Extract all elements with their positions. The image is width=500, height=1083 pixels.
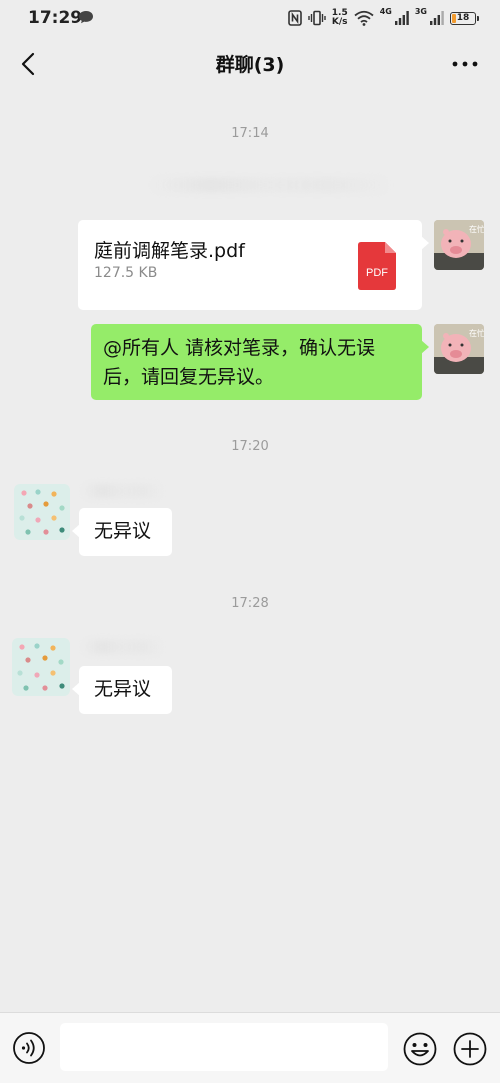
message-text-line-2: 后，请回复无异议。 [103,366,275,388]
redacted-name [150,178,390,192]
network-type-1: 4G [379,7,392,16]
status-time: 17:29 [28,8,83,28]
wifi-icon [354,10,374,26]
signal-icon [394,11,409,25]
network-speed: 1.5 K/s [332,9,348,27]
avatar-other[interactable] [14,484,70,540]
timestamp: 17:14 [231,126,269,141]
network-type-2: 3G [414,7,427,16]
timestamp: 17:20 [231,439,269,454]
avatar-self[interactable]: 在忙 [434,220,484,270]
text-message-bubble-other[interactable]: 无异议 [72,666,172,714]
avatar-dots-icon [14,484,70,540]
file-message-bubble[interactable]: 庭前调解笔录.pdf 127.5 KB PDF [78,220,429,310]
status-icons: 1.5 K/s 4G 3G 18 [287,7,479,29]
signal-icon-2 [430,11,444,25]
vibrate-icon [308,10,326,26]
battery-icon: 18 [450,11,479,25]
avatar-pig-icon: 在忙 [434,220,484,270]
file-name: 庭前调解笔录.pdf [94,240,245,262]
timestamp: 17:28 [231,596,269,611]
emoji-icon[interactable] [402,1031,438,1067]
avatar-dots-icon [12,638,70,696]
avatar-caption: 在忙 [469,224,484,234]
message-text: 无异议 [94,678,152,700]
text-message-bubble-self[interactable]: @所有人 请核对笔录，确认无误 后，请回复无异议。 [91,324,429,400]
message-text-line-1: @所有人 请核对笔录，确认无误 [103,337,376,359]
message-list[interactable]: 17:14 庭前调解笔录.pdf 127.5 KB PDF 在忙 @所有人 请核… [0,92,500,1012]
battery-level [452,13,456,23]
pdf-icon-label: PDF [366,267,388,279]
redacted-name [82,484,162,498]
nfc-icon [287,10,302,26]
plus-icon[interactable] [452,1031,488,1067]
speed-unit: K/s [331,17,348,27]
avatar-self[interactable]: 在忙 [434,324,484,374]
voice-icon[interactable] [12,1031,46,1065]
redacted-name [82,640,162,654]
page-title: 群聊(3) [215,54,285,76]
more-dots-icon[interactable] [450,54,480,74]
pdf-file-icon: PDF [358,242,396,290]
battery-text: 18 [456,13,470,23]
text-message-bubble-other[interactable]: 无异议 [72,508,172,556]
message-input[interactable] [60,1023,388,1071]
status-bar: 17:29 1.5 K/s 4G 3G 18 [0,0,500,36]
chat-header: 群聊(3) [0,36,500,92]
avatar-other[interactable] [12,638,70,696]
file-size: 127.5 KB [94,265,158,281]
message-notification-icon [79,11,93,24]
message-text: 无异议 [94,520,152,542]
avatar-caption: 在忙 [469,328,484,338]
avatar-pig-icon: 在忙 [434,324,484,374]
input-bar [0,1012,500,1083]
